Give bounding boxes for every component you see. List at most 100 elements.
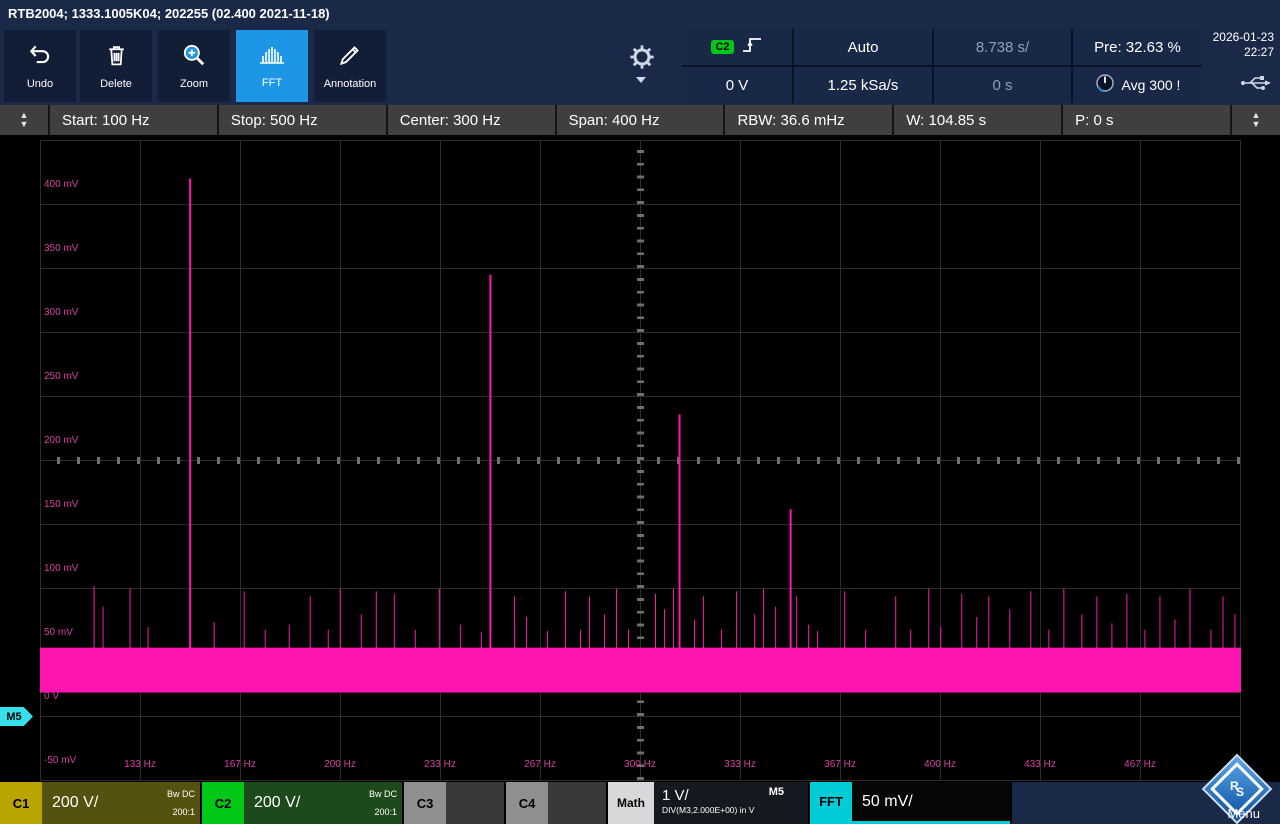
c1-chip[interactable]: C1 [0, 782, 42, 824]
gear-icon[interactable] [628, 43, 656, 71]
oscilloscope-screen: RTB2004; 1333.1005K04; 202255 (02.400 20… [0, 0, 1280, 824]
horizontal-position-value: 0 s [992, 77, 1012, 94]
annotation-label: Annotation [324, 78, 377, 90]
fft-chip[interactable]: FFT [810, 782, 852, 821]
acquisition-value: Avg 300 ! [1122, 77, 1181, 93]
trigger-level-cell[interactable]: 0 V [682, 67, 792, 103]
x-axis-label: 233 Hz [414, 759, 466, 770]
x-axis-label: 367 Hz [814, 759, 866, 770]
y-axis-label: -50 mV [44, 755, 76, 766]
undo-label: Undo [27, 78, 53, 90]
channel-bar: C1 200 V/ Bw DC 200:1 C2 200 V/ Bw DC 20… [0, 782, 1280, 824]
clock: 2026-01-23 22:27 [1213, 30, 1274, 60]
fft-scale: 50 mV/ [852, 793, 913, 811]
undo-button[interactable]: Undo [4, 30, 76, 102]
trigger-mode-cell[interactable]: Auto [794, 29, 932, 65]
timebase-cell[interactable]: 8.738 s/ [934, 29, 1071, 65]
y-axis-label: 150 mV [44, 499, 78, 510]
math-scale: 1 V/ [662, 789, 754, 803]
trigger-mode: Auto [848, 39, 879, 56]
math-settings[interactable]: 1 V/ DIV(M3,2.000E+00) in V M5 [654, 782, 808, 824]
status-grid: C2 Auto 8.738 s/ Pre: 32.63 % 0 V 1.2 [682, 29, 1202, 103]
pretrigger-cell[interactable]: Pre: 32.63 % [1073, 29, 1202, 65]
undo-icon [27, 42, 53, 73]
y-axis-label: 400 mV [44, 179, 78, 190]
fft-widget[interactable]: FFT 50 mV/ [810, 782, 1010, 824]
c1-scale: 200 V/ [42, 794, 98, 812]
y-axis-label: 300 mV [44, 307, 78, 318]
c2-coupling: Bw DC [369, 785, 397, 803]
trigger-level-value: 0 V [726, 77, 749, 94]
toolbar: Undo Delete Zoom [0, 27, 1280, 105]
chevron-down-icon[interactable] [636, 77, 646, 83]
trigger-source-badge: C2 [711, 40, 733, 54]
fft-spectrum-trace [40, 140, 1241, 781]
x-axis-label: 433 Hz [1014, 759, 1066, 770]
c1-settings[interactable]: 200 V/ Bw DC 200:1 [42, 782, 200, 824]
sample-rate-cell[interactable]: 1.25 kSa/s [794, 67, 932, 103]
fft-center-field[interactable]: Center: 300 Hz [388, 105, 555, 135]
y-axis-label: 200 mV [44, 435, 78, 446]
math-values: 1 V/ DIV(M3,2.000E+00) in V [654, 789, 754, 817]
fft-start-field[interactable]: Start: 100 Hz [50, 105, 217, 135]
y-axis-label: 0 V [44, 691, 59, 702]
x-axis-label: 267 Hz [514, 759, 566, 770]
channel-c1-widget[interactable]: C1 200 V/ Bw DC 200:1 [0, 782, 200, 824]
pretrigger-value: Pre: 32.63 % [1094, 39, 1181, 56]
date-value: 2026-01-23 [1213, 30, 1274, 45]
fft-bar-spinner-right[interactable]: ▲ ▼ [1232, 105, 1280, 135]
annotation-button[interactable]: Annotation [314, 30, 386, 102]
fft-plot[interactable]: 400 mV 350 mV 300 mV 250 mV 200 mV 150 m… [40, 140, 1241, 781]
graticule-area: 400 mV 350 mV 300 mV 250 mV 200 mV 150 m… [0, 135, 1280, 782]
c1-probe: 200:1 [167, 803, 195, 821]
c2-info: Bw DC 200:1 [369, 785, 397, 821]
c4-settings[interactable] [548, 782, 606, 824]
fft-button[interactable]: FFT [236, 30, 308, 102]
arrow-down-icon: ▼ [20, 120, 29, 129]
fft-bar-spinner-left[interactable]: ▲ ▼ [0, 105, 48, 135]
trigger-slope-icon [741, 35, 763, 59]
c4-chip[interactable]: C4 [506, 782, 548, 824]
x-axis-label: 333 Hz [714, 759, 766, 770]
usb-icon [1240, 73, 1274, 98]
acquisition-mode-cell[interactable]: Avg 300 ! [1073, 67, 1202, 103]
magnifier-plus-icon [181, 42, 207, 73]
channel-c4-widget[interactable]: C4 [506, 782, 606, 824]
fft-rbw-field[interactable]: RBW: 36.6 mHz [725, 105, 892, 135]
trash-icon [104, 42, 129, 73]
delete-label: Delete [100, 78, 132, 90]
timebase-value: 8.738 s/ [976, 39, 1029, 56]
c2-scale: 200 V/ [244, 794, 300, 812]
c1-info: Bw DC 200:1 [167, 785, 195, 821]
horizontal-position-cell[interactable]: 0 s [934, 67, 1071, 103]
fft-settings[interactable]: 50 mV/ [852, 782, 1010, 821]
trigger-source-cell[interactable]: C2 [682, 29, 792, 65]
arrow-down-icon: ▼ [1252, 120, 1261, 129]
c2-settings[interactable]: 200 V/ Bw DC 200:1 [244, 782, 402, 824]
delete-button[interactable]: Delete [80, 30, 152, 102]
fft-window-field[interactable]: W: 104.85 s [894, 105, 1061, 135]
fft-settings-bar: ▲ ▼ Start: 100 Hz Stop: 500 Hz Center: 3… [0, 105, 1280, 135]
x-axis-label: 200 Hz [314, 759, 366, 770]
math-ref-badge: M5 [769, 786, 784, 798]
knob-icon [1095, 73, 1115, 97]
x-axis-label: 167 Hz [214, 759, 266, 770]
math-chip[interactable]: Math [608, 782, 654, 824]
fft-position-field[interactable]: P: 0 s [1063, 105, 1230, 135]
pencil-icon [337, 42, 363, 73]
math-widget[interactable]: Math 1 V/ DIV(M3,2.000E+00) in V M5 [608, 782, 808, 824]
m5-reference-marker[interactable]: M5 [0, 707, 33, 726]
channel-c2-widget[interactable]: C2 200 V/ Bw DC 200:1 [202, 782, 402, 824]
c2-chip[interactable]: C2 [202, 782, 244, 824]
c3-chip[interactable]: C3 [404, 782, 446, 824]
y-axis-label: 50 mV [44, 627, 73, 638]
c2-probe: 200:1 [369, 803, 397, 821]
zoom-button[interactable]: Zoom [158, 30, 230, 102]
menu-button[interactable]: Menu [1227, 806, 1260, 821]
fft-span-field[interactable]: Span: 400 Hz [557, 105, 724, 135]
fft-stop-field[interactable]: Stop: 500 Hz [219, 105, 386, 135]
spectrum-comb-icon [258, 43, 286, 72]
c3-settings[interactable] [446, 782, 504, 824]
channel-c3-widget[interactable]: C3 [404, 782, 504, 824]
c1-coupling: Bw DC [167, 785, 195, 803]
